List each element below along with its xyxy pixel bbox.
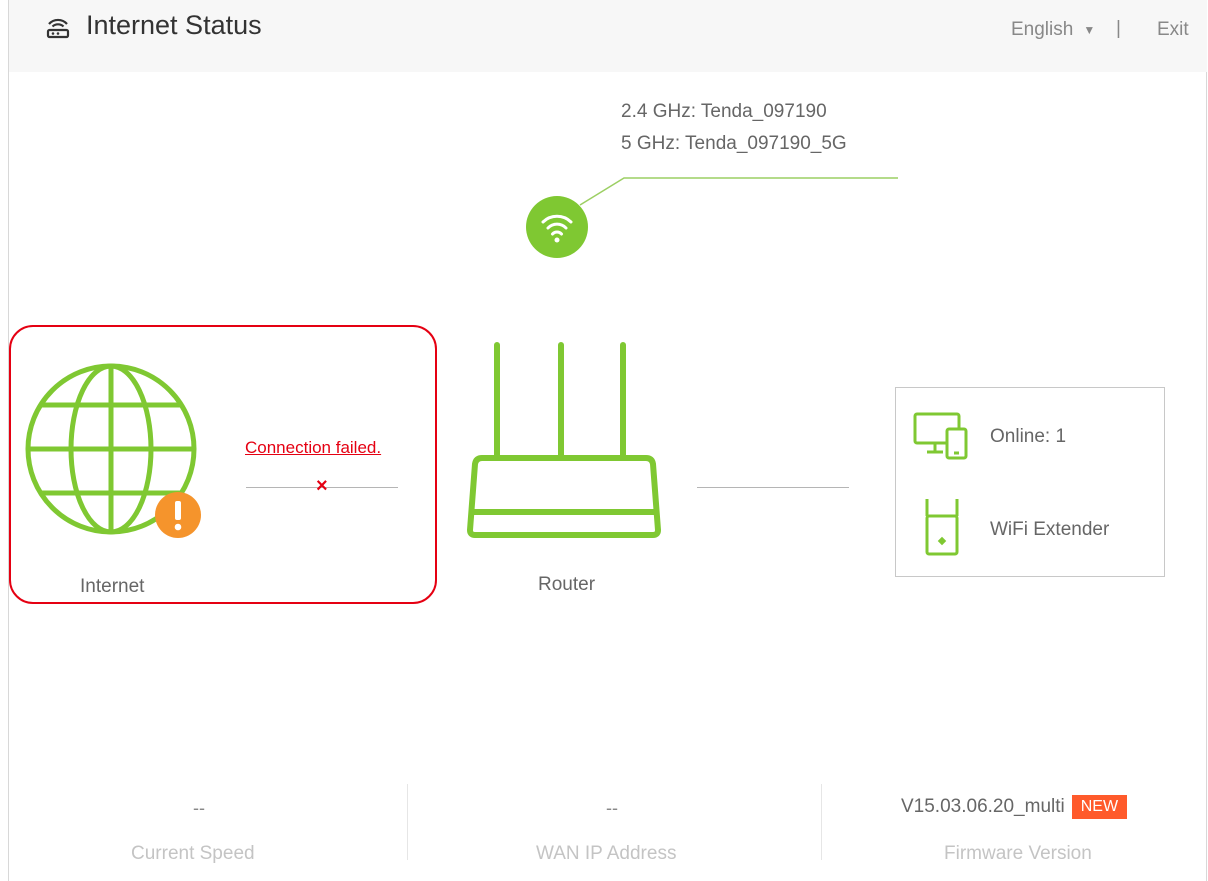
- online-count: Online: 1: [990, 426, 1067, 447]
- page-title-text: Internet Status: [86, 10, 262, 40]
- router-icon[interactable]: [466, 340, 662, 540]
- language-select[interactable]: English ▼: [1011, 19, 1095, 41]
- stats-divider-2: [821, 784, 822, 860]
- frame-right-border: [1206, 0, 1207, 881]
- router-devices-line: [697, 487, 849, 488]
- new-firmware-badge[interactable]: NEW: [1071, 795, 1128, 819]
- wifi-connector-line: [579, 177, 898, 206]
- wifi-extender-label: WiFi Extender: [990, 519, 1110, 540]
- wan-ip-value: --: [606, 798, 618, 818]
- warning-icon: [154, 491, 202, 539]
- firmware-version-value: V15.03.06.20_multi: [901, 796, 1065, 817]
- router-status-icon: [44, 12, 72, 40]
- current-speed-value: --: [193, 798, 205, 818]
- connection-failed-link[interactable]: Connection failed.: [245, 438, 381, 458]
- current-speed-label: Current Speed: [131, 843, 255, 864]
- header-separator: |: [1116, 18, 1121, 39]
- devices-icon[interactable]: [913, 412, 969, 460]
- internet-label: Internet: [80, 576, 145, 597]
- exit-link[interactable]: Exit: [1157, 19, 1189, 41]
- wifi-icon[interactable]: [526, 196, 588, 258]
- firmware-version: V15.03.06.20_multi NEW: [901, 795, 1128, 819]
- disconnected-x-icon: ×: [316, 475, 328, 497]
- extender-icon[interactable]: [924, 496, 960, 556]
- router-label: Router: [538, 574, 596, 595]
- chevron-down-icon: ▼: [1083, 23, 1096, 37]
- firmware-version-label: Firmware Version: [944, 843, 1092, 864]
- ssid-5ghz: 5 GHz: Tenda_097190_5G: [621, 133, 847, 154]
- wan-ip-label: WAN IP Address: [536, 843, 677, 864]
- stats-divider-1: [407, 784, 408, 860]
- page-title: Internet Status: [44, 10, 262, 41]
- language-value: English: [1011, 19, 1074, 40]
- ssid-24ghz: 2.4 GHz: Tenda_097190: [621, 101, 827, 122]
